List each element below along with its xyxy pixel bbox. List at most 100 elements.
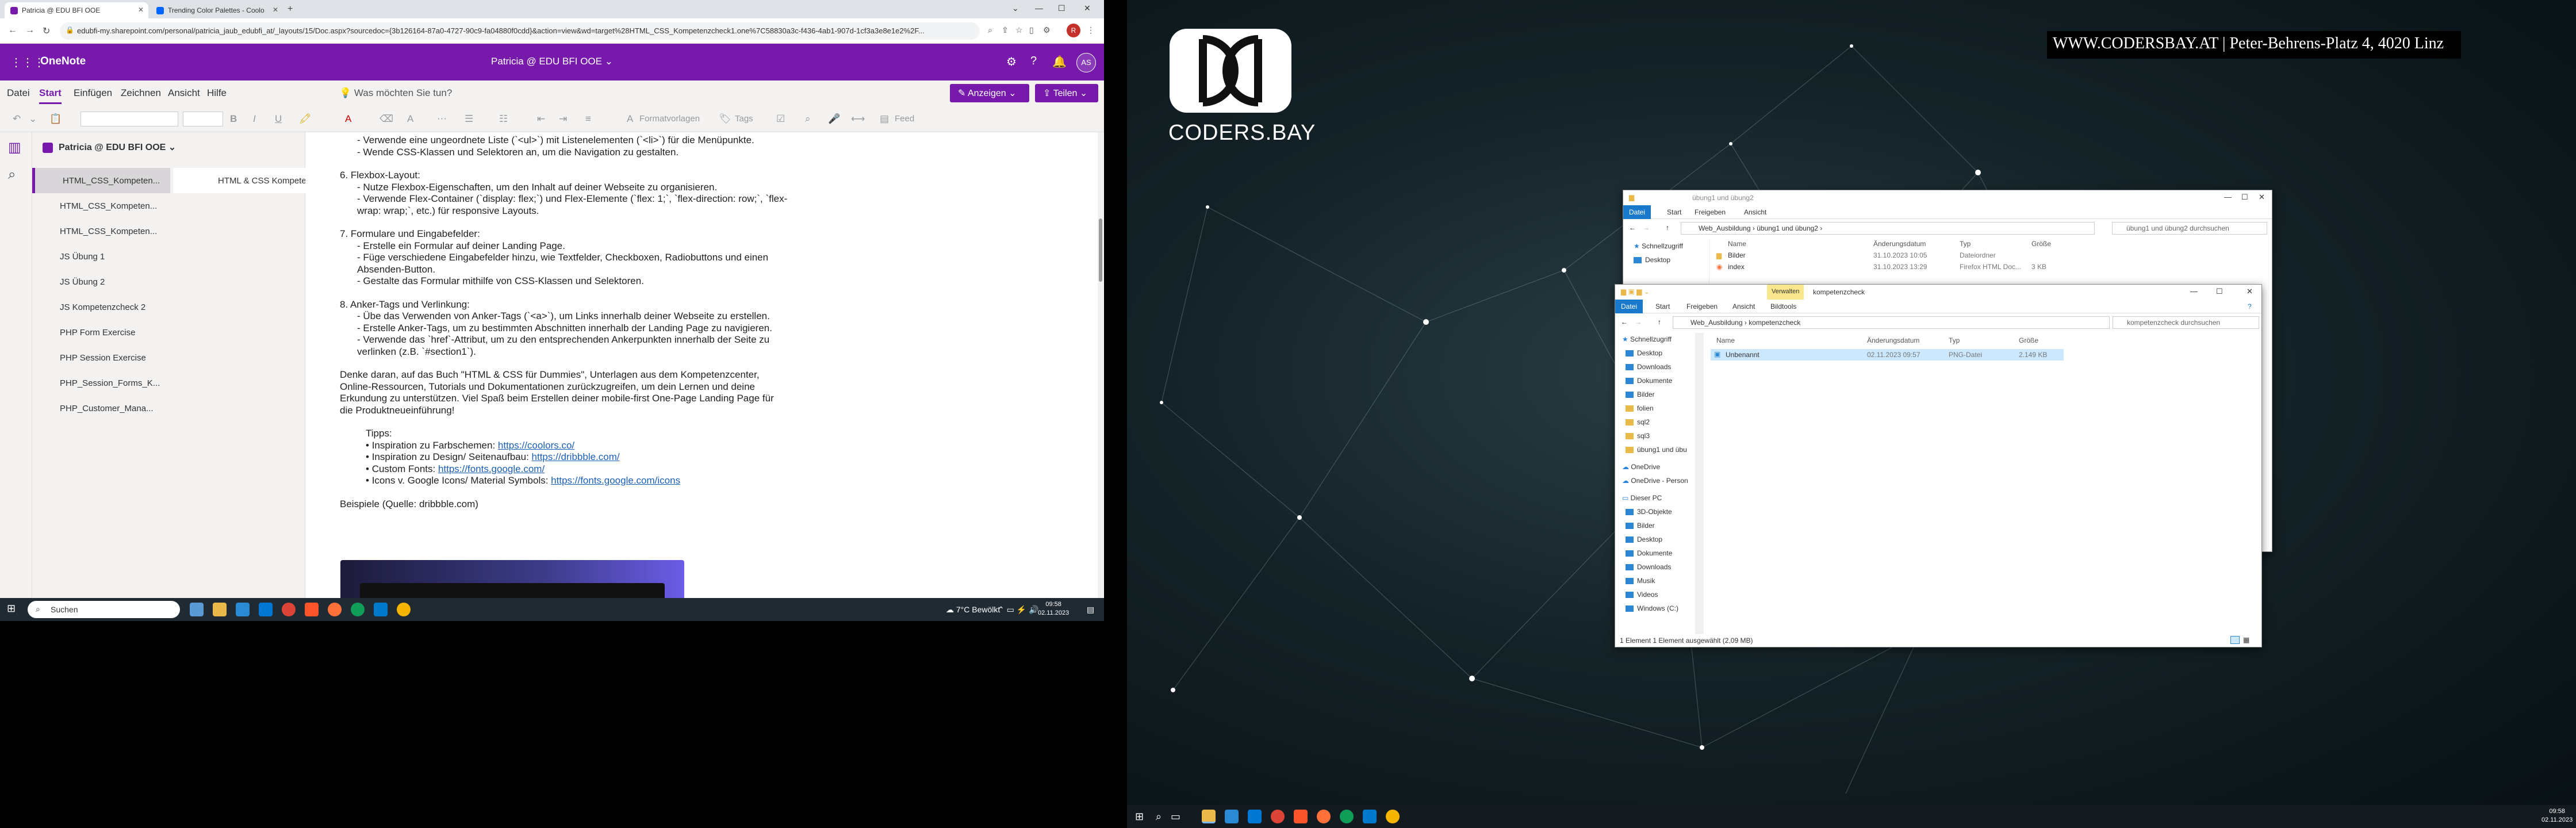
column-type[interactable]: Typ [1960,240,1971,248]
close-tab-icon[interactable]: ✕ [273,6,278,14]
back-icon[interactable]: ← [8,25,17,36]
address-path[interactable]: Web_Ausbildung › übung1 und übung2 › [1681,222,2095,235]
edge-icon[interactable] [1340,810,1354,823]
section-item[interactable]: HTML_CSS_Kompeten... [32,218,170,244]
section-item[interactable]: HTML_CSS_Kompeten... [32,168,170,193]
nav-item[interactable]: Downloads [1626,363,1671,371]
share-icon[interactable]: ⇪ [1002,25,1009,35]
ribbon-tab-start[interactable]: Start [1667,208,1681,216]
file-explorer-icon[interactable] [213,603,227,616]
section-item[interactable]: PHP_Session_Forms_K... [32,370,170,396]
content-scrollbar[interactable] [1098,132,1103,604]
chrome-icon[interactable] [1271,810,1285,823]
nav-desktop[interactable]: Desktop [1634,256,1670,264]
forward-icon[interactable]: → [1643,224,1650,232]
ribbon-tab-bildtools[interactable]: Bildtools [1770,302,1796,310]
windows-start-icon[interactable]: ⊞ [1135,811,1144,823]
nav-item[interactable]: 3D-Objekte [1626,508,1672,516]
menu-hilfe[interactable]: Hilfe [207,87,227,99]
path-segment[interactable]: übung1 und übung2 [1757,224,1818,232]
system-tray-icons[interactable]: ⌃ ▭ ⚡ 🔊 [998,605,1039,615]
indent-icon[interactable]: ⇥ [559,113,567,125]
maximize-icon[interactable]: ☐ [1058,3,1065,13]
nav-item[interactable]: Desktop [1626,535,1662,543]
firefox-icon[interactable] [328,603,342,616]
close-window-icon[interactable]: ✕ [1084,3,1091,13]
column-size[interactable]: Größe [2031,240,2051,248]
browser-profile-avatar[interactable]: R [1067,24,1080,37]
notifications-icon[interactable]: ▤ [1087,605,1094,615]
notifications-bell-icon[interactable]: 🔔 [1052,55,1067,69]
help-icon[interactable]: ? [1030,55,1037,68]
font-color-icon[interactable]: A [345,113,351,125]
font-family-select[interactable] [80,112,178,126]
up-icon[interactable]: ↑ [1658,318,1661,326]
url-input[interactable]: 🔒 edubfi-my.sharepoint.com/personal/patr… [60,22,980,40]
column-date[interactable]: Änderungsdatum [1867,336,1919,344]
nav-item[interactable]: ☁ OneDrive - Person [1622,477,1688,485]
weather-widget[interactable]: ☁ 7°C Bewölkt [946,605,1000,615]
bookmark-star-icon[interactable]: ☆ [1015,25,1023,35]
ribbon-tab-datei[interactable]: Datei [1615,300,1643,313]
close-window-icon[interactable]: ✕ [2247,287,2253,296]
nav-quick-access[interactable]: ★ Schnellzugriff [1634,242,1683,250]
dictate-icon[interactable]: 🎤 [828,113,840,125]
scroll-thumb[interactable] [1099,218,1102,282]
path-segment[interactable]: kompetenzcheck [1749,319,1800,327]
nav-item[interactable]: übung1 und übu [1626,446,1687,454]
column-size[interactable]: Größe [2019,336,2038,344]
details-view-icon[interactable] [2230,636,2240,644]
explorer-search-input[interactable]: übung1 und übung2 durchsuchen [2112,222,2267,235]
tip-link[interactable]: https://dribbble.com/ [532,451,620,462]
task-view-icon[interactable] [190,603,204,616]
store-icon[interactable] [236,603,250,616]
chrome-icon[interactable] [397,603,411,616]
format-painter-icon[interactable]: A [407,113,413,125]
explorer-window-kompetenzcheck[interactable]: ▆ ▣ ▆ ⌄ Verwalten kompetenzcheck — ☐ ✕ D… [1615,284,2262,647]
column-date[interactable]: Änderungsdatum [1873,240,1926,248]
mail-icon[interactable] [259,603,273,616]
back-icon[interactable]: ← [1621,318,1628,326]
forward-icon[interactable]: → [1635,318,1642,326]
feed-label[interactable]: Feed [895,114,914,124]
ribbon-tab-datei[interactable]: Datei [1623,205,1651,219]
menu-kebab-icon[interactable]: ⋮ [1087,25,1095,35]
example-screenshot-image[interactable] [340,560,684,604]
task-view-icon[interactable]: ▭ [1171,811,1180,823]
undo-icon[interactable]: ↶ [13,113,21,125]
navigation-pane-scrollbar[interactable] [1696,333,1704,634]
nav-item[interactable]: sql2 [1626,418,1650,426]
manage-context-tab[interactable]: Verwalten [1767,285,1804,300]
immersive-reader-icon[interactable]: ⟷ [851,113,865,125]
column-name[interactable]: Name [1716,336,1735,344]
menu-zeichnen[interactable]: Zeichnen [121,87,161,99]
nav-item[interactable]: ▭ Dieser PC [1622,494,1662,502]
brave-icon[interactable] [1294,810,1308,823]
tags-label[interactable]: Tags [735,114,753,124]
taskbar-clock-right[interactable]: 09:58 02.11.2023 [2542,807,2573,825]
taskbar-clock[interactable]: 09:58 02.11.2023 [1038,600,1069,618]
address-path[interactable]: Web_Ausbildung › kompetenzcheck [1673,316,2110,329]
nav-item[interactable]: ☁ OneDrive [1622,463,1660,471]
tell-me-search[interactable]: 💡 Was möchten Sie tun? [339,87,452,99]
bold-icon[interactable]: B [230,113,237,125]
styles-icon[interactable]: A [627,113,633,125]
tip-link[interactable]: https://coolors.co/ [498,440,574,451]
user-avatar[interactable]: AS [1076,53,1096,72]
up-icon[interactable]: ↑ [1666,224,1669,232]
maximize-icon[interactable]: ☐ [2216,287,2223,296]
menu-datei[interactable]: Datei [7,87,30,99]
zoom-icon[interactable]: ⌕ [988,25,992,35]
nav-item[interactable]: Windows (C:) [1626,604,1678,612]
nav-item[interactable]: Bilder [1626,522,1655,530]
extensions-icon[interactable]: ⚙ [1043,25,1051,35]
ribbon-tab-freigeben[interactable]: Freigeben [1695,208,1726,216]
taskbar-search[interactable]: ⌕ Suchen [28,601,180,618]
nav-item[interactable]: Videos [1626,591,1658,599]
ribbon-tab-ansicht[interactable]: Ansicht [1744,208,1766,216]
notebook-selector[interactable]: Patricia @ EDU BFI OOE ⌄ [43,141,176,153]
outdent-icon[interactable]: ⇤ [537,113,545,125]
store-icon[interactable] [1225,810,1239,823]
column-type[interactable]: Typ [1949,336,1960,344]
show-button[interactable]: ✎ Anzeigen ⌄ [950,84,1029,102]
